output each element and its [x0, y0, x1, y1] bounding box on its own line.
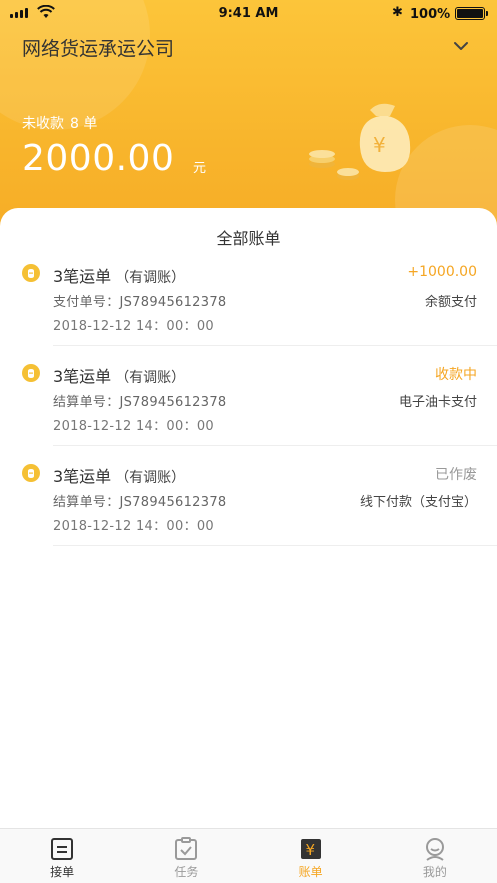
bill-note: （有调账） — [115, 270, 186, 286]
unpaid-amount: 2000.00 — [22, 138, 175, 179]
bill-number: 支付单号：JS78945612378 — [53, 295, 227, 310]
bill-number: 结算单号：JS78945612378 — [53, 495, 227, 510]
company-name: 网络货运承运公司 — [22, 38, 175, 60]
battery-percent: 100% — [410, 7, 451, 22]
bill-date: 2018-12-12 14：00：00 — [53, 319, 215, 334]
tab-profile[interactable]: 我的 — [373, 829, 497, 883]
tab-label: 我的 — [422, 865, 447, 879]
divider — [53, 545, 497, 546]
unpaid-label: 未收款 — [22, 116, 64, 132]
tab-label: 任务 — [174, 865, 199, 879]
bill-number: 结算单号：JS78945612378 — [53, 395, 227, 410]
unpaid-count: 8 单 — [70, 116, 98, 132]
payment-method: 电子油卡支付 — [398, 395, 477, 410]
bill-date: 2018-12-12 14：00：00 — [53, 419, 215, 434]
section-title: 全部账单 — [216, 229, 281, 248]
bill-item[interactable]: 3笔运单 （有调账） 收款中 结算单号：JS78945612378 电子油卡支付 … — [0, 361, 497, 461]
tab-label: 接单 — [50, 865, 75, 879]
bill-title: 3笔运单 （有调账） — [53, 363, 185, 387]
divider — [53, 445, 497, 446]
status-bar: 9:41 AM ✱ 100% — [0, 0, 497, 28]
order-list-icon — [51, 838, 74, 860]
unpaid-summary: 未收款 8 单 — [22, 113, 97, 133]
bill-title-text: 3笔运单 — [53, 467, 112, 486]
tab-label: 账单 — [298, 865, 323, 879]
bill-status: 收款中 — [435, 367, 477, 383]
profile-icon — [425, 838, 444, 861]
bill-status: 已作废 — [435, 467, 477, 483]
payment-method: 余额支付 — [424, 295, 477, 310]
svg-text:¥: ¥ — [373, 133, 386, 157]
tab-bills[interactable]: ¥ 账单 — [249, 829, 373, 883]
tab-bar: 接单 任务 ¥ 账单 我的 — [0, 828, 497, 883]
bill-title-text: 3笔运单 — [53, 367, 112, 386]
task-clipboard-icon — [175, 837, 198, 860]
money-bag-illustration-icon: ¥ — [309, 103, 411, 180]
header-banner: 9:41 AM ✱ 100% 网络货运承运公司 未收款 8 单 2000.00 元… — [0, 0, 497, 240]
tab-orders[interactable]: 接单 — [0, 829, 124, 883]
svg-text:¥: ¥ — [305, 841, 315, 859]
bill-item[interactable]: 3笔运单 （有调账） +1000.00 支付单号：JS78945612378 余额… — [0, 261, 497, 361]
bill-title: 3笔运单 （有调账） — [53, 263, 185, 287]
bill-card: 全部账单 3笔运单 （有调账） +1000.00 支付单号：JS789456123… — [0, 208, 497, 830]
tab-tasks[interactable]: 任务 — [124, 829, 248, 883]
bill-note: （有调账） — [115, 470, 186, 486]
chevron-down-icon[interactable] — [452, 38, 470, 54]
bluetooth-icon: ✱ — [392, 5, 403, 20]
battery-icon — [455, 7, 488, 20]
money-bag-icon — [22, 264, 40, 282]
amount-unit: 元 — [193, 161, 207, 176]
bill-title: 3笔运单 （有调账） — [53, 463, 185, 487]
payment-method: 线下付款（支付宝） — [359, 495, 477, 510]
bill-date: 2018-12-12 14：00：00 — [53, 519, 215, 534]
bill-item[interactable]: 3笔运单 （有调账） 已作废 结算单号：JS78945612378 线下付款（支付… — [0, 461, 497, 561]
bill-title-text: 3笔运单 — [53, 267, 112, 286]
bill-status: +1000.00 — [407, 264, 477, 280]
bill-yen-icon: ¥ — [300, 839, 321, 859]
divider — [53, 345, 497, 346]
money-bag-icon — [22, 464, 40, 482]
bill-note: （有调账） — [115, 370, 186, 386]
money-bag-icon — [22, 364, 40, 382]
